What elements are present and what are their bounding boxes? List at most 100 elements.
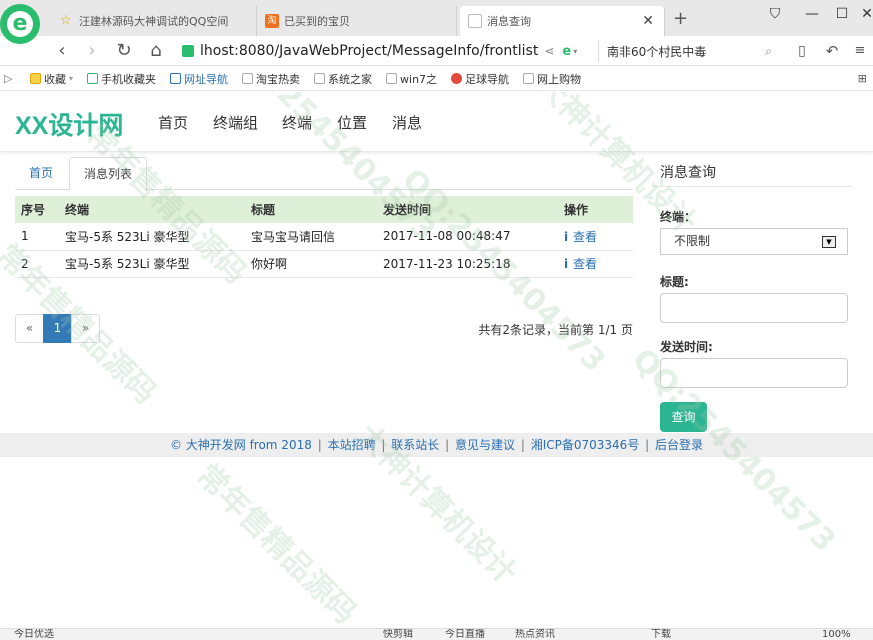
view-link[interactable]: i 查看 xyxy=(564,230,597,244)
cell-action: i 查看 xyxy=(558,223,633,251)
bookmark-item[interactable]: 淘宝热卖 xyxy=(242,71,300,87)
query-button[interactable]: 查询 xyxy=(660,402,707,432)
star-icon xyxy=(30,73,41,84)
time-label: 发送时间: xyxy=(660,340,713,354)
status-zoom[interactable]: 100% xyxy=(822,629,851,640)
pager-prev-button[interactable]: « xyxy=(15,314,44,343)
browser-tab-title: 消息查询 xyxy=(487,15,531,28)
shield-icon xyxy=(182,45,194,57)
column-header-action: 操作 xyxy=(558,196,633,223)
status-quick-edit[interactable]: 快剪辑 xyxy=(383,629,413,640)
bookmark-item[interactable]: 收藏 ▾ xyxy=(30,71,73,87)
reload-icon[interactable]: ↻ xyxy=(112,40,136,62)
tab-home[interactable]: 首页 xyxy=(15,157,67,190)
browser-tab-message-query[interactable]: 消息查询 ✕ xyxy=(460,6,665,36)
pagination: « 1 » xyxy=(15,314,100,343)
watermark-text: 常年售精品源码 xyxy=(189,457,363,628)
page-icon xyxy=(242,73,254,84)
title-label: 标题: xyxy=(660,275,689,289)
footer-separator: | xyxy=(381,438,386,452)
bookmark-item[interactable]: 足球导航 xyxy=(451,71,509,87)
nav-terminal-group[interactable]: 终端组 xyxy=(213,112,258,133)
site-footer: © 大神开发网 from 2018 | 本站招聘 | 联系站长 | 意见与建议 … xyxy=(0,433,873,457)
terminal-select-value: 不限制 xyxy=(674,234,711,248)
pager-next-button[interactable]: » xyxy=(71,314,100,343)
search-input[interactable]: 南非60个村民中毒 ⌕ xyxy=(598,40,778,62)
status-live[interactable]: 今日直播 xyxy=(445,629,485,640)
info-icon: i xyxy=(564,229,569,244)
forward-icon[interactable]: › xyxy=(80,40,104,62)
tab-message-list[interactable]: 消息列表 xyxy=(69,157,148,191)
footer-link-contact[interactable]: 联系站长 xyxy=(391,438,439,452)
football-icon xyxy=(451,73,463,84)
send-time-input[interactable] xyxy=(660,358,848,388)
cell-no: 1 xyxy=(15,223,59,251)
sidebar-toggle-icon[interactable]: ▷ xyxy=(4,72,14,85)
footer-link-admin-login[interactable]: 后台登录 xyxy=(655,438,703,452)
page-icon xyxy=(468,14,482,28)
shirt-skin-icon[interactable]: ⛉ xyxy=(765,6,785,26)
message-table: 序号 终端 标题 发送时间 操作 1 宝马-5系 523Li 豪华型 宝马宝马请… xyxy=(15,196,633,278)
back-icon[interactable]: ‹ xyxy=(50,40,74,62)
title-input[interactable] xyxy=(660,293,848,323)
bookmark-item[interactable]: 网址导航 xyxy=(170,71,228,87)
footer-link-feedback[interactable]: 意见与建议 xyxy=(455,438,515,452)
undo-icon[interactable]: ↶ xyxy=(820,40,844,62)
page-icon xyxy=(170,73,182,84)
close-tab-icon[interactable]: ✕ xyxy=(630,13,654,29)
maximize-icon[interactable]: ☐ xyxy=(832,6,852,26)
column-header-title: 标题 xyxy=(245,196,377,223)
sidebar-divider xyxy=(652,186,852,187)
footer-link-icp[interactable]: 湘ICP备0703346号 xyxy=(531,438,640,452)
bookmarks-bar: ▷ 收藏 ▾ 手机收藏夹 网址导航 淘宝热卖 系统之家 win7之 足球导航 网上… xyxy=(0,67,873,91)
browser-tab-title: 汪建林源码大神调试的QQ空间 xyxy=(79,15,229,28)
table-row: 2 宝马-5系 523Li 豪华型 你好啊 2017-11-23 10:25:1… xyxy=(15,250,633,278)
page-icon xyxy=(314,73,326,84)
browser-tab-strip: ☆ 汪建林源码大神调试的QQ空间 淘 已买到的宝贝 消息查询 ✕ + ⛉ — ☐… xyxy=(0,0,873,36)
grid-icon[interactable]: ⊞ xyxy=(858,72,867,85)
footer-separator: | xyxy=(317,438,322,452)
new-tab-button[interactable]: + xyxy=(673,8,688,29)
status-download[interactable]: 下载 xyxy=(651,629,671,640)
info-icon: i xyxy=(564,257,569,271)
browser-tab-purchased[interactable]: 淘 已买到的宝贝 xyxy=(257,6,457,36)
cell-time: 2017-11-23 10:25:18 xyxy=(377,250,558,278)
nav-terminal[interactable]: 终端 xyxy=(282,112,312,133)
bookmark-item[interactable]: win7之 xyxy=(386,71,437,87)
browser-tab-qq-space[interactable]: ☆ 汪建林源码大神调试的QQ空间 xyxy=(52,6,257,36)
minimize-icon[interactable]: — xyxy=(802,6,822,26)
status-today-picks[interactable]: 今日优选 xyxy=(14,629,54,640)
nav-message[interactable]: 消息 xyxy=(392,112,422,133)
status-news[interactable]: 热点资讯 xyxy=(515,629,555,640)
site-brand[interactable]: XX设计网 xyxy=(15,106,123,142)
cell-title: 你好啊 xyxy=(245,250,377,278)
e-mode-icon[interactable]: e xyxy=(562,44,571,59)
cell-no: 2 xyxy=(15,250,59,278)
phone-icon[interactable]: ▯ xyxy=(790,40,814,62)
record-info: 共有2条记录，当前第 1/1 页 xyxy=(478,323,633,337)
page-icon xyxy=(523,73,535,84)
footer-link-jobs[interactable]: 本站招聘 xyxy=(328,438,376,452)
site-header: XX设计网 首页 终端组 终端 位置 消息 xyxy=(0,92,873,152)
url-field[interactable]: lhost:8080/JavaWebProject/MessageInfo/fr… xyxy=(182,39,592,63)
cell-terminal: 宝马-5系 523Li 豪华型 xyxy=(59,223,245,251)
nav-home[interactable]: 首页 xyxy=(158,112,188,133)
bookmark-item[interactable]: 系统之家 xyxy=(314,71,372,87)
taobao-icon: 淘 xyxy=(265,14,279,28)
nav-location[interactable]: 位置 xyxy=(337,112,367,133)
window-close-icon[interactable]: ✕ xyxy=(857,6,873,26)
bookmark-item[interactable]: 网上购物 xyxy=(523,71,581,87)
view-link[interactable]: i 查看 xyxy=(564,257,597,271)
table-row: 1 宝马-5系 523Li 豪华型 宝马宝马请回信 2017-11-08 00:… xyxy=(15,223,633,251)
sidebar-title: 消息查询 xyxy=(660,165,716,181)
menu-icon[interactable]: ≡ xyxy=(848,40,872,62)
browser-tab-title: 已买到的宝贝 xyxy=(284,15,350,28)
chevron-down-icon[interactable]: ▾ xyxy=(573,47,577,56)
home-icon[interactable]: ⌂ xyxy=(144,40,168,62)
pager-page-1[interactable]: 1 xyxy=(43,314,72,343)
share-icon[interactable]: ⋖ xyxy=(544,44,554,58)
search-icon[interactable]: ⌕ xyxy=(765,44,772,59)
terminal-select[interactable]: 不限制 ▼ xyxy=(660,228,848,255)
bookmark-item[interactable]: 手机收藏夹 xyxy=(87,71,156,87)
column-header-no: 序号 xyxy=(15,196,59,223)
